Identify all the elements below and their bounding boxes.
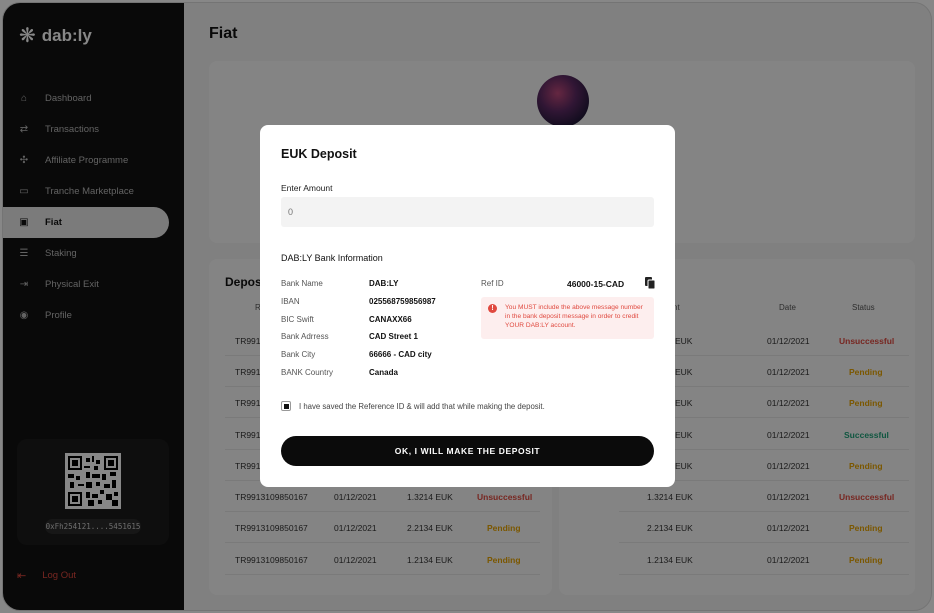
ref-id-value: 46000-15-CAD [567, 279, 625, 289]
bank-field-value: CANAXX66 [369, 314, 412, 324]
bank-field-value: DAB:LY [369, 279, 399, 288]
bank-field-value: CAD Street 1 [369, 332, 418, 342]
reference-saved-checkbox[interactable]: I have saved the Reference ID & will add… [281, 401, 545, 411]
modal-title: EUK Deposit [281, 147, 357, 161]
amount-label: Enter Amount [281, 183, 333, 193]
bank-field: IBAN 025568759856987 [281, 293, 481, 311]
checkbox-label: I have saved the Reference ID & will add… [299, 401, 545, 411]
bank-field: Bank Adrress CAD Street 1 [281, 328, 481, 346]
ref-id-label: Ref ID [481, 279, 504, 288]
bank-field-key: Bank Adrress [281, 332, 329, 342]
bank-field: Bank City 66666 - CAD city [281, 346, 481, 364]
bank-field-key: Bank City [281, 350, 316, 360]
bank-field-key: BANK Country [281, 367, 334, 377]
bank-field: BIC Swift CANAXX66 [281, 311, 481, 329]
bank-field-value: 025568759856987 [369, 296, 436, 306]
bank-field-key: IBAN [281, 296, 300, 306]
deposit-modal: EUK Deposit Enter Amount DAB:LY Bank Inf… [260, 125, 675, 487]
bank-field: Bank Name DAB:LY [281, 275, 481, 293]
amount-input[interactable] [281, 197, 654, 227]
bank-field-value: 66666 - CAD city [369, 350, 432, 360]
confirm-deposit-button[interactable]: OK, I WILL MAKE THE DEPOSIT [281, 436, 654, 466]
bank-field-value: Canada [369, 367, 398, 377]
bank-info-heading: DAB:LY Bank Information [281, 253, 383, 263]
copy-icon[interactable] [645, 277, 655, 289]
warning-box: ! You MUST include the above message num… [481, 297, 654, 339]
bank-field: BANK Country Canada [281, 364, 481, 382]
bank-info-list: Bank Name DAB:LY IBAN 025568759856987 BI… [281, 275, 481, 382]
bank-field-key: Bank Name [281, 279, 323, 288]
bank-field-key: BIC Swift [281, 314, 314, 324]
alert-icon: ! [488, 304, 497, 313]
warning-text: You MUST include the above message numbe… [505, 304, 643, 329]
checkbox[interactable] [281, 401, 291, 411]
